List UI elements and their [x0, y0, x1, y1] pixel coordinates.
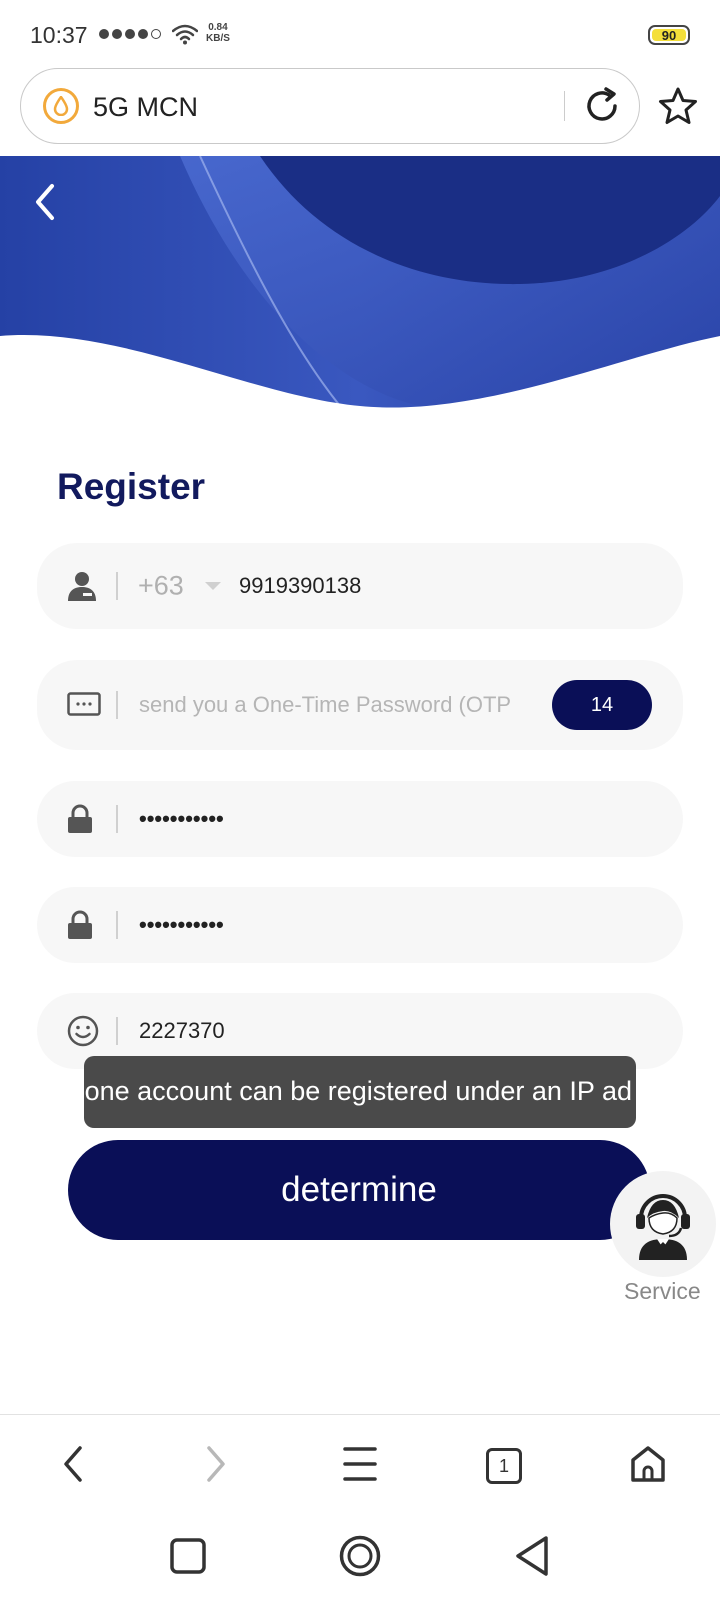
phone-input[interactable]: 9919390138: [239, 573, 361, 599]
invite-code-input[interactable]: 2227370: [139, 1018, 225, 1044]
toast-message: one account can be registered under an I…: [84, 1056, 636, 1128]
otp-input[interactable]: send you a One-Time Password (OTP: [139, 692, 511, 718]
password-field[interactable]: •••••••••••: [37, 781, 683, 857]
status-time: 10:37: [30, 22, 88, 48]
otp-field[interactable]: send you a One-Time Password (OTP 14: [37, 660, 683, 750]
service-label: Service: [624, 1278, 701, 1304]
phone-field[interactable]: +63 9919390138: [37, 543, 683, 629]
field-divider: [116, 805, 118, 833]
tabs-button[interactable]: 1: [486, 1448, 522, 1484]
home-icon[interactable]: [629, 1444, 667, 1484]
reload-icon[interactable]: [581, 85, 623, 127]
menu-icon[interactable]: [343, 1446, 377, 1482]
address-divider: [564, 91, 565, 121]
bookmark-star-icon[interactable]: [658, 86, 698, 126]
back-arrow-icon[interactable]: [30, 182, 60, 222]
message-icon: [67, 692, 101, 716]
user-icon: [68, 572, 96, 601]
page-title: Register: [57, 466, 206, 507]
toast-text: one account can be registered under an I…: [84, 1076, 632, 1106]
browser-back-icon[interactable]: [58, 1444, 88, 1484]
back-triangle-icon[interactable]: [514, 1535, 550, 1577]
battery-level: 90: [661, 27, 677, 43]
field-divider: [116, 911, 118, 939]
smiley-icon: [67, 1015, 99, 1047]
lock-icon: [68, 910, 92, 939]
signal-strength-icon: [99, 29, 161, 39]
site-icon: [43, 88, 79, 124]
field-divider: [116, 691, 118, 719]
field-divider: [116, 572, 118, 600]
network-speed: 0.84 KB/S: [206, 22, 230, 44]
confirm-password-input[interactable]: •••••••••••: [139, 912, 224, 938]
status-bar: 10:37 0.84 KB/S 90: [0, 0, 720, 62]
header-banner: [0, 156, 720, 416]
site-title: 5G MCN: [93, 92, 199, 122]
customer-service-button[interactable]: [610, 1171, 716, 1277]
customer-service-icon: [636, 1194, 690, 1260]
password-input[interactable]: •••••••••••: [139, 806, 224, 832]
send-otp-countdown-button[interactable]: 14: [552, 680, 652, 730]
lock-icon: [68, 804, 92, 833]
home-circle-icon[interactable]: [339, 1535, 381, 1577]
browser-forward-icon[interactable]: [201, 1444, 231, 1484]
address-bar[interactable]: 5G MCN: [20, 68, 640, 144]
wifi-icon: [172, 24, 198, 45]
field-divider: [116, 1017, 118, 1045]
confirm-password-field[interactable]: •••••••••••: [37, 887, 683, 963]
chevron-down-icon[interactable]: [205, 582, 221, 590]
country-code-select[interactable]: +63: [138, 571, 184, 602]
network-speed-value: 0.84: [208, 22, 228, 33]
recent-apps-icon[interactable]: [170, 1538, 206, 1574]
determine-button[interactable]: determine: [68, 1140, 650, 1240]
battery-indicator: 90: [648, 25, 690, 45]
network-speed-unit: KB/S: [206, 33, 230, 44]
